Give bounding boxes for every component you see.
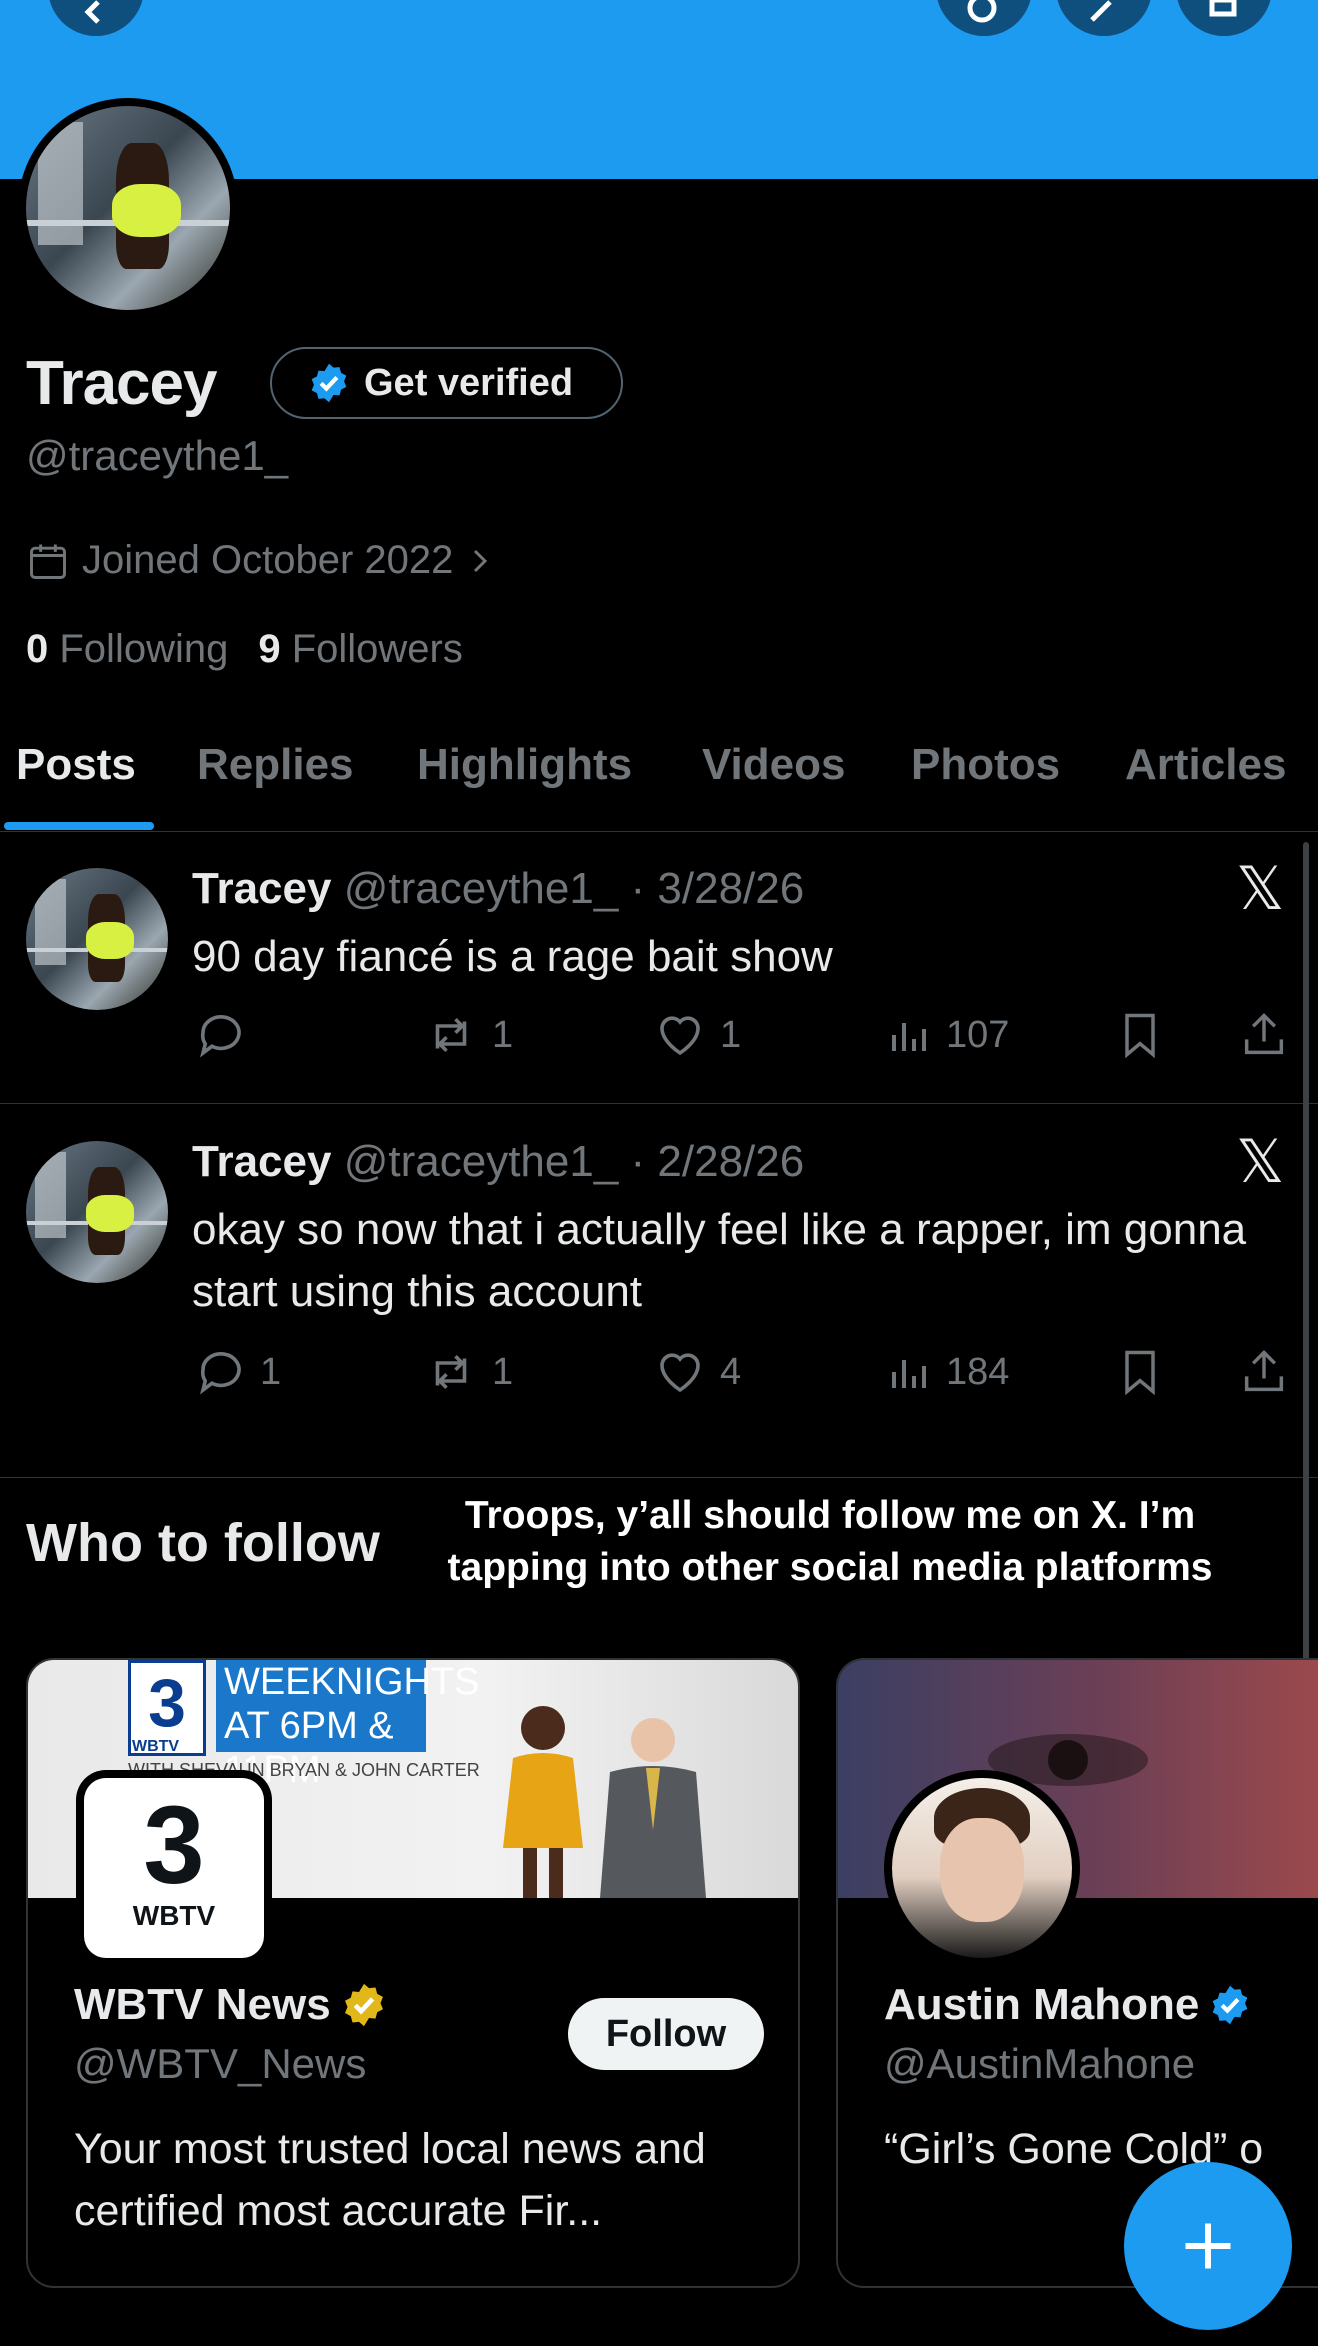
cover-headline: WEEKNIGHTS AT 6PM & 11PM xyxy=(216,1660,479,1791)
cover-brand: WBTV xyxy=(132,1738,180,1755)
tab-videos[interactable]: Videos xyxy=(702,740,845,790)
following-link[interactable]: 0 Following xyxy=(26,627,228,672)
card-handle: @WBTV_News xyxy=(74,2040,367,2087)
reply-icon xyxy=(200,1352,241,1395)
pen-icon xyxy=(1090,0,1112,22)
compose-post-button[interactable] xyxy=(1124,2162,1292,2330)
repost-icon xyxy=(435,1017,467,1053)
tab-highlights[interactable]: Highlights xyxy=(417,740,632,790)
reply-button[interactable] xyxy=(194,1008,260,1062)
card-name[interactable]: Austin Mahone xyxy=(884,1980,1199,2030)
gold-verified-badge-icon xyxy=(344,1983,383,2027)
get-verified-label: Get verified xyxy=(364,361,574,404)
tab-replies[interactable]: Replies xyxy=(197,740,354,790)
follow-suggestion-card[interactable]: 3 WEEKNIGHTS AT 6PM & 11PM WBTV WITH SHE… xyxy=(26,1658,800,2288)
share-icon xyxy=(1244,1350,1284,1392)
reply-button[interactable]: 1 xyxy=(194,1345,281,1399)
joined-text: Joined October 2022 xyxy=(82,538,454,582)
calendar-icon xyxy=(30,544,66,579)
post-author-name[interactable]: Tracey xyxy=(192,864,331,913)
anchor-woman-figure xyxy=(503,1706,583,1898)
post-author-name[interactable]: Tracey xyxy=(192,1137,331,1186)
plus-icon xyxy=(1185,2223,1231,2269)
card-name[interactable]: WBTV News xyxy=(74,1980,331,2030)
card-handle: @AustinMahone xyxy=(884,2040,1196,2087)
who-to-follow-title: Who to follow xyxy=(26,1513,380,1573)
repost-count: 1 xyxy=(492,1013,514,1056)
repost-button[interactable]: 1 xyxy=(422,1345,513,1399)
search-icon xyxy=(967,0,997,23)
back-arrow-icon xyxy=(84,0,100,24)
like-button[interactable]: 1 xyxy=(652,1008,741,1062)
bookmark-icon xyxy=(1125,1013,1155,1059)
bookmark-icon xyxy=(1125,1350,1155,1396)
post-date: · 3/28/26 xyxy=(630,864,805,913)
avatar-brand: WBTV xyxy=(132,1900,216,1931)
like-button[interactable]: 4 xyxy=(652,1345,741,1399)
bookmark-button[interactable] xyxy=(1114,1345,1166,1399)
follow-counts: 0 Following 9 Followers xyxy=(26,627,463,672)
profile-handle: @traceythe1_ xyxy=(26,432,289,479)
tab-articles[interactable]: Articles xyxy=(1125,740,1286,790)
profile-name: Tracey xyxy=(26,349,218,418)
heart-icon xyxy=(660,1016,700,1056)
active-tab-indicator xyxy=(4,822,154,830)
card-bio: “Girl’s Gone Cold” o xyxy=(884,2125,1264,2173)
analytics-icon xyxy=(892,1023,926,1051)
card-avatar[interactable] xyxy=(884,1770,1080,1966)
profile-tabs: Posts Replies Highlights Videos Photos A… xyxy=(0,730,1318,832)
reply-count: 1 xyxy=(260,1350,282,1393)
post-text: 90 day fiancé is a rage bait show xyxy=(192,932,833,981)
joined-date-row[interactable]: Joined October 2022 xyxy=(26,538,495,583)
avatar-logo: 3 xyxy=(143,1784,205,1907)
card-bio: Your most trusted local news and certifi… xyxy=(74,2125,706,2235)
verified-badge-icon xyxy=(311,363,347,403)
avatar-photo xyxy=(26,106,230,310)
followers-link[interactable]: 9 Followers xyxy=(258,627,463,672)
verified-badge-icon xyxy=(1213,1985,1248,2025)
post-author-handle: @traceythe1_ xyxy=(343,1137,619,1186)
share-icon xyxy=(1244,1013,1284,1055)
get-verified-button[interactable]: Get verified xyxy=(270,347,623,419)
reply-icon xyxy=(200,1015,241,1058)
post-text: okay so now that i actually feel like a … xyxy=(192,1205,1247,1316)
tab-posts[interactable]: Posts xyxy=(16,740,136,790)
views-button[interactable]: 184 xyxy=(886,1345,1009,1399)
post-item[interactable]: Tracey @traceythe1_ · 3/28/26 𝕏 90 day f… xyxy=(0,832,1318,1104)
post-avatar[interactable] xyxy=(26,868,168,1010)
view-count: 184 xyxy=(946,1350,1010,1393)
view-count: 107 xyxy=(946,1013,1010,1056)
card-avatar[interactable]: 3 WBTV xyxy=(76,1770,272,1966)
post-author-handle: @traceythe1_ xyxy=(343,864,619,913)
post-avatar[interactable] xyxy=(26,1141,168,1283)
like-count: 1 xyxy=(720,1013,742,1056)
repost-button[interactable]: 1 xyxy=(422,1008,513,1062)
post-date: · 2/28/26 xyxy=(630,1137,805,1186)
share-button[interactable] xyxy=(1238,1345,1290,1399)
x-logo-icon: 𝕏 xyxy=(1236,854,1285,924)
post-header: Tracey @traceythe1_ · 3/28/26 xyxy=(192,864,804,914)
share-button[interactable] xyxy=(1238,1008,1290,1062)
card-name-row: Austin Mahone xyxy=(884,1980,1251,2030)
follow-button[interactable]: Follow xyxy=(568,1998,764,2070)
x-logo-icon: 𝕏 xyxy=(1236,1127,1285,1197)
post-item[interactable]: Tracey @traceythe1_ · 2/28/26 𝕏 okay so … xyxy=(0,1105,1318,1478)
tab-photos[interactable]: Photos xyxy=(911,740,1060,790)
post-header: Tracey @traceythe1_ · 2/28/26 xyxy=(192,1137,804,1187)
chevron-right-icon xyxy=(474,549,488,572)
share-box-icon xyxy=(1209,0,1237,17)
card-name-row: WBTV News xyxy=(74,1980,387,2030)
bookmark-button[interactable] xyxy=(1114,1008,1166,1062)
views-button[interactable]: 107 xyxy=(886,1008,1009,1062)
analytics-icon xyxy=(892,1360,926,1388)
overlay-caption: Troops, y’all should follow me on X. I’m… xyxy=(447,1494,1213,1589)
repost-count: 1 xyxy=(492,1350,514,1393)
repost-icon xyxy=(435,1354,467,1390)
profile-avatar[interactable] xyxy=(18,98,238,318)
like-count: 4 xyxy=(720,1350,742,1393)
heart-icon xyxy=(660,1353,700,1393)
anchor-man-figure xyxy=(600,1718,706,1898)
